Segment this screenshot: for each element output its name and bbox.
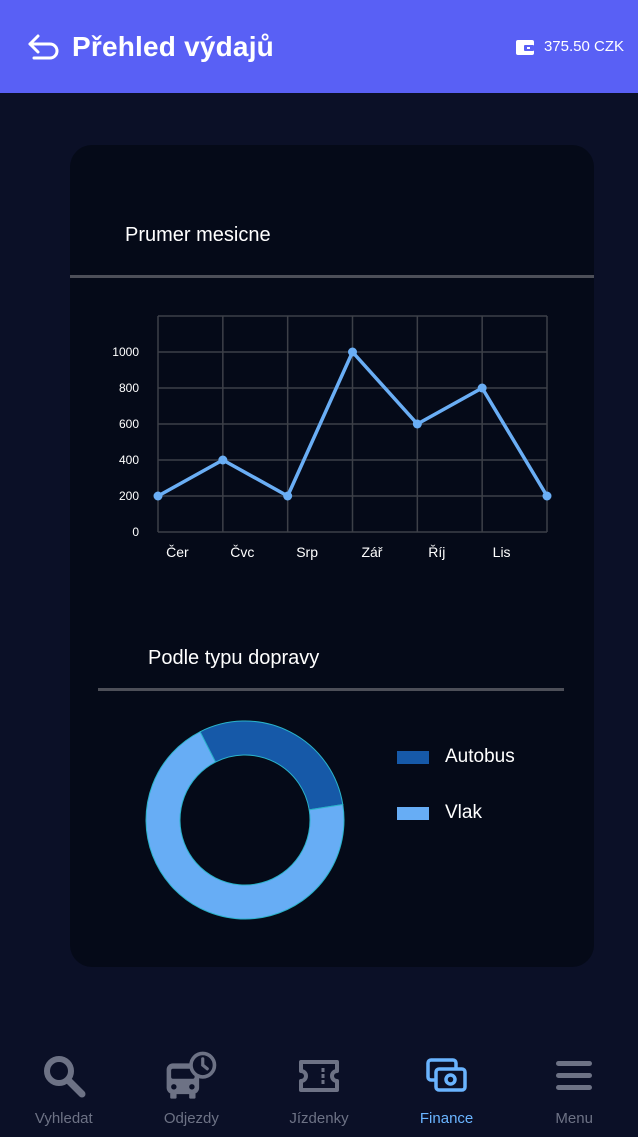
nav-item-menu[interactable]: Menu bbox=[510, 1027, 638, 1137]
search-icon bbox=[36, 1048, 92, 1104]
data-point bbox=[283, 491, 293, 501]
data-point bbox=[412, 419, 422, 429]
legend-label: Autobus bbox=[445, 746, 515, 767]
y-tick-label: 400 bbox=[119, 453, 139, 467]
legend-item-vlak: Vlak bbox=[397, 801, 515, 825]
data-point bbox=[348, 347, 357, 357]
x-tick-label: Čvc bbox=[230, 544, 254, 560]
nav-label: Finance bbox=[419, 1110, 474, 1127]
nav-item-finance[interactable]: Finance bbox=[383, 1027, 511, 1137]
donut-legend: Autobus Vlak bbox=[397, 745, 515, 857]
nav-item-departures[interactable]: Odjezdy bbox=[128, 1027, 256, 1137]
data-point bbox=[153, 491, 163, 501]
nav-item-tickets[interactable]: Jízdenky bbox=[255, 1027, 383, 1137]
nav-label: Menu bbox=[555, 1110, 593, 1127]
y-tick-label: 0 bbox=[132, 525, 139, 539]
data-point bbox=[477, 383, 487, 393]
legend-label: Vlak bbox=[445, 802, 482, 823]
x-tick-label: Říj bbox=[428, 544, 445, 560]
x-tick-label: Čer bbox=[166, 544, 189, 560]
legend-swatch-autobus bbox=[397, 750, 429, 764]
nav-label: Vyhledat bbox=[34, 1110, 93, 1127]
x-tick-label: Srp bbox=[296, 544, 318, 560]
y-tick-label: 200 bbox=[119, 489, 139, 503]
donut-slice-autobus bbox=[199, 720, 344, 811]
money-icon bbox=[419, 1048, 475, 1104]
charts-canvas: 0 200 400 600 800 1000 Čer Čvc Srp Zář Říj Lis bbox=[112, 315, 552, 920]
y-tick-label: 800 bbox=[119, 381, 139, 395]
nav-item-search[interactable]: Vyhledat bbox=[0, 1027, 128, 1137]
bus-clock-icon bbox=[163, 1048, 219, 1104]
menu-icon bbox=[546, 1048, 602, 1104]
x-tick-label: Lis bbox=[493, 544, 511, 560]
nav-label: Odjezdy bbox=[163, 1110, 219, 1127]
monthly-average-line-chart: 0 200 400 600 800 1000 Čer Čvc Srp Zář Říj Lis bbox=[112, 315, 552, 560]
transport-type-donut-chart bbox=[145, 720, 345, 920]
ticket-icon bbox=[291, 1048, 347, 1104]
legend-item-autobus: Autobus bbox=[397, 745, 515, 769]
legend-swatch-vlak bbox=[397, 806, 429, 820]
y-tick-label: 600 bbox=[119, 417, 139, 431]
data-point bbox=[218, 455, 228, 465]
data-point bbox=[542, 491, 552, 501]
bottom-nav: Vyhledat Odjezdy Jízdenky Finance Menu bbox=[0, 1027, 638, 1137]
nav-label: Jízdenky bbox=[289, 1110, 349, 1127]
y-tick-label: 1000 bbox=[112, 345, 139, 359]
x-tick-label: Zář bbox=[361, 544, 382, 560]
